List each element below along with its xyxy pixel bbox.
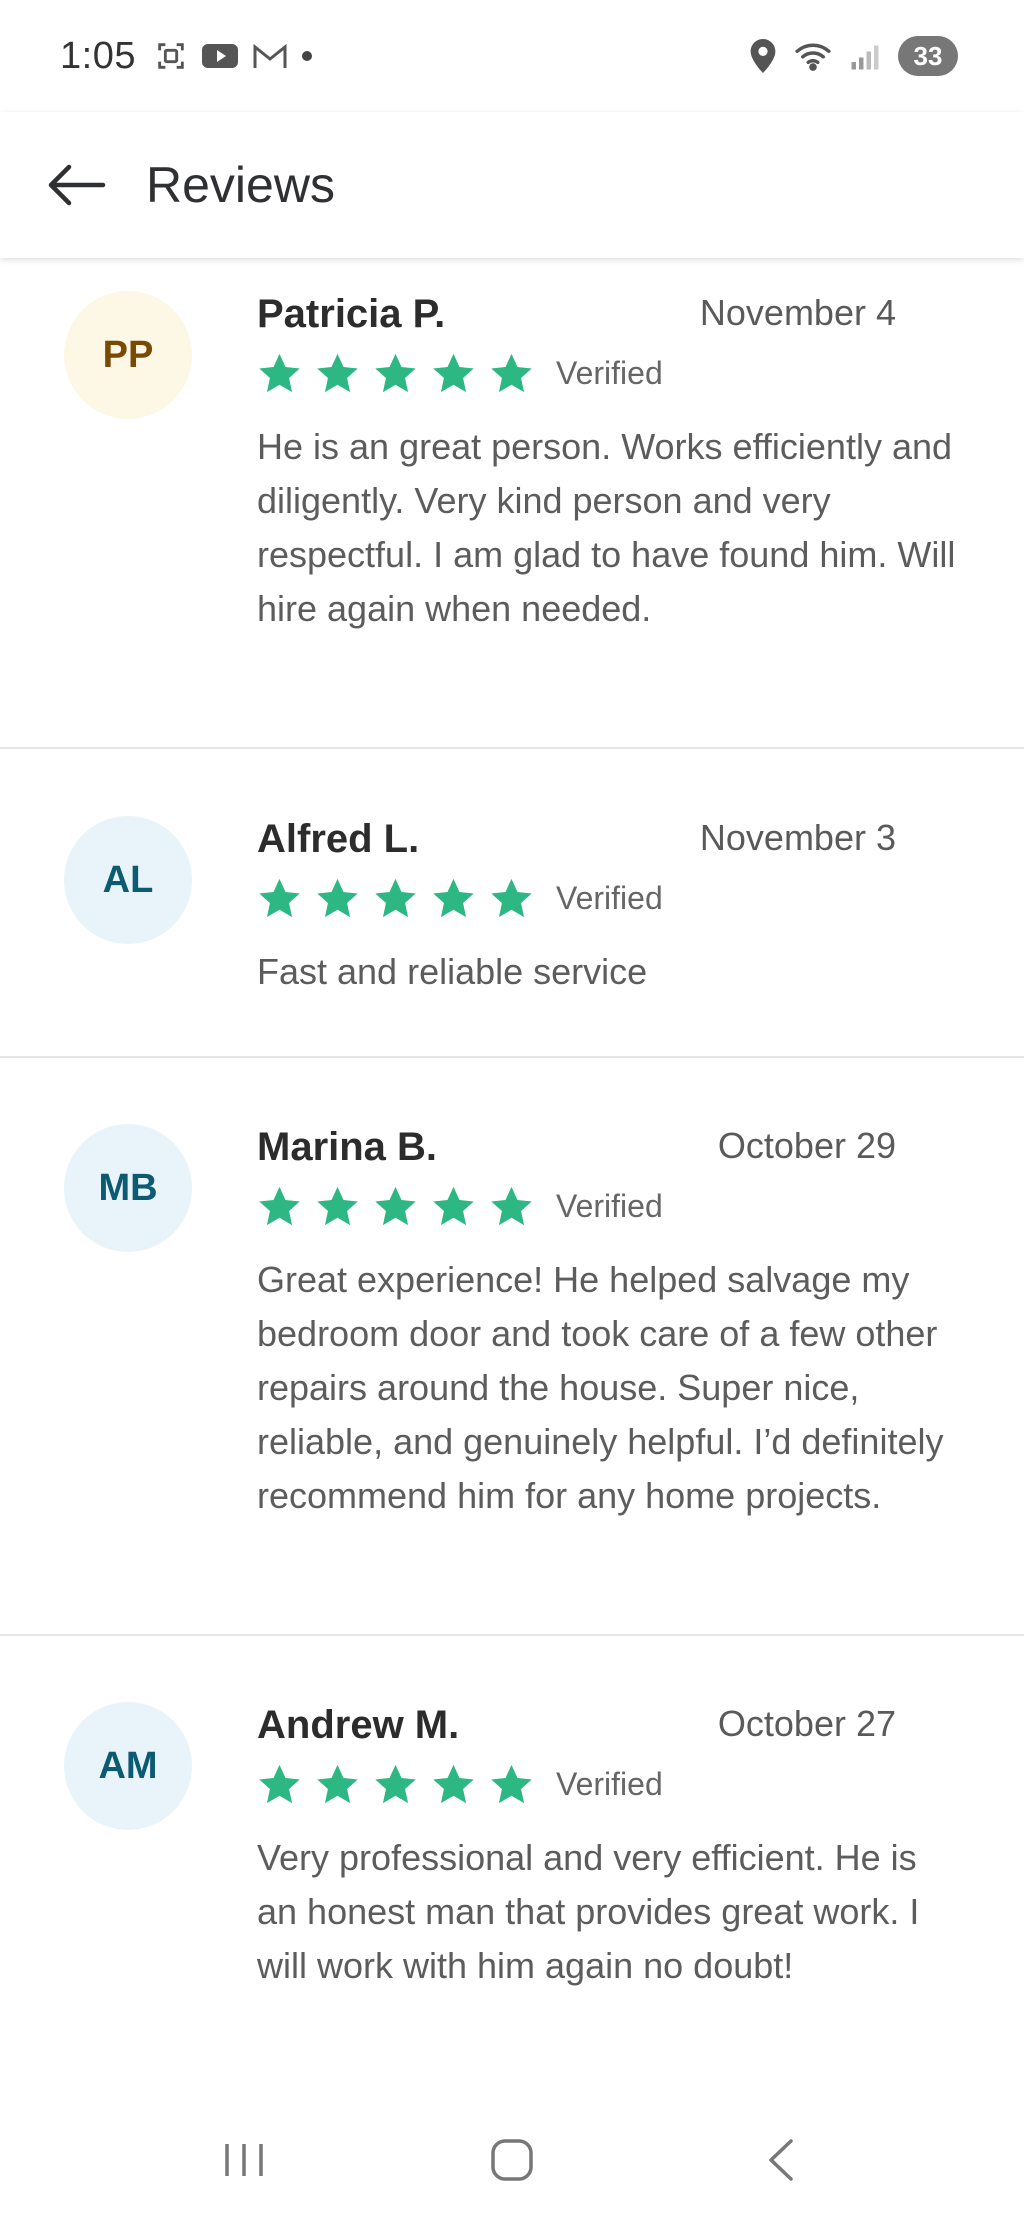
avatar: PP (64, 291, 192, 419)
star-icon (491, 1186, 532, 1226)
star-icon (433, 353, 474, 393)
rating: Verified (257, 351, 957, 396)
reviews-list: PP Patricia P. Verified He is an great p… (0, 258, 1024, 2056)
recents-button[interactable] (199, 2120, 289, 2200)
star-icon (375, 353, 416, 393)
star-icon (491, 353, 532, 393)
app-bar: Reviews (0, 112, 1024, 258)
review-item: MB Marina B. Verified Great experience! … (0, 1058, 1024, 1636)
review-date: October 27 (717, 1703, 896, 1744)
star-icon (259, 878, 300, 918)
star-icon (375, 1186, 416, 1226)
youtube-icon (201, 44, 238, 68)
review-text: Great experience! He helped salvage my b… (257, 1259, 944, 1516)
star-icon (317, 353, 358, 393)
review-date: November 3 (699, 817, 896, 858)
verified-label: Verified (556, 355, 663, 391)
back-button[interactable] (36, 145, 116, 225)
avatar: AL (64, 816, 192, 944)
star-icon (491, 878, 532, 918)
system-nav-bar (0, 2100, 1024, 2219)
rating: Verified (257, 876, 957, 921)
review-item: AL Alfred L. Verified Fast and reliable … (0, 749, 1024, 1058)
screenshot-icon (158, 43, 184, 69)
star-icon (259, 1186, 300, 1226)
star-icon (433, 878, 474, 918)
status-time: 1:05 (60, 34, 136, 77)
avatar: MB (64, 1124, 192, 1252)
home-icon (491, 2138, 533, 2181)
star-icon (433, 1186, 474, 1226)
chevron-left-icon (769, 2138, 793, 2181)
gmail-icon (253, 43, 287, 68)
review-date: October 29 (717, 1125, 896, 1166)
status-bar: 1:05 33 (0, 0, 1024, 112)
rating: Verified (257, 1184, 957, 1229)
home-button[interactable] (467, 2120, 557, 2200)
battery-indicator: 33 (898, 36, 958, 76)
review-text: Fast and reliable service (257, 951, 648, 992)
recents-icon (225, 2143, 263, 2176)
star-rating (257, 1184, 534, 1229)
verified-label: Verified (556, 1766, 663, 1802)
star-icon (375, 1764, 416, 1804)
review-item: PP Patricia P. Verified He is an great p… (0, 258, 1024, 749)
wifi-icon (795, 43, 831, 71)
star-icon (433, 1764, 474, 1804)
star-rating (257, 876, 534, 921)
star-icon (259, 1764, 300, 1804)
page-title: Reviews (146, 157, 335, 213)
arrow-left-icon (48, 164, 106, 206)
review-text: Very professional and very efficient. He… (257, 1837, 920, 1986)
star-icon (317, 1186, 358, 1226)
verified-label: Verified (556, 880, 663, 916)
rating: Verified (257, 1762, 957, 1807)
star-icon (491, 1764, 532, 1804)
verified-label: Verified (556, 1188, 663, 1224)
review-date: November 4 (699, 292, 896, 333)
star-icon (317, 1764, 358, 1804)
avatar: AM (64, 1702, 192, 1830)
star-rating (257, 351, 534, 396)
back-nav-button[interactable] (735, 2120, 825, 2200)
review-text: He is an great person. Works efficiently… (257, 426, 956, 629)
location-icon (750, 39, 776, 73)
star-icon (317, 878, 358, 918)
signal-icon (851, 45, 879, 70)
star-rating (257, 1762, 534, 1807)
star-icon (259, 353, 300, 393)
notification-dot-icon (301, 51, 312, 61)
review-item: AM Andrew M. Verified Very professional … (0, 1636, 1024, 2056)
star-icon (375, 878, 416, 918)
